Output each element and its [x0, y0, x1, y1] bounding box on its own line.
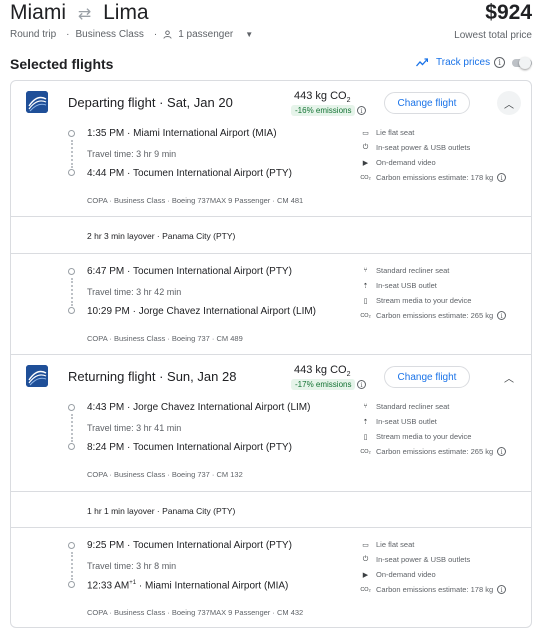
video-icon: ▶: [362, 571, 369, 579]
info-icon[interactable]: i: [357, 106, 366, 115]
amenity: ⏻ In-seat power & USB outlets: [362, 143, 471, 152]
trip-type: Round trip: [10, 29, 57, 40]
departing-emissions-badge: -16% emissions: [291, 105, 356, 116]
flight-meta: COPA · Business Class · Boeing 737MAX 9 …: [87, 608, 304, 617]
change-returning-button[interactable]: Change flight: [384, 366, 470, 388]
route-title: Miami ⇄ Lima: [10, 0, 149, 28]
passenger-selector[interactable]: 1 passenger ▼: [163, 29, 257, 40]
departing-title: Departing flight: [68, 95, 156, 110]
track-prices[interactable]: Track prices i: [416, 57, 506, 68]
amenity: ▶ On-demand video: [362, 570, 436, 579]
amenity: ⇡ In-seat USB outlet: [362, 417, 437, 426]
change-departing-button[interactable]: Change flight: [384, 92, 470, 114]
stream-icon: ▯: [363, 297, 368, 305]
trip-header: Miami ⇄ Lima $924 Round trip · Business …: [10, 0, 540, 50]
power-icon: ⏻: [362, 143, 369, 151]
chevron-up-icon[interactable]: ︿: [497, 365, 521, 389]
person-icon: [163, 30, 172, 39]
departure-stop: 1:35 PM · Miami International Airport (M…: [87, 128, 277, 139]
selected-flights-card: Departing flight · Sat, Jan 20 443 kg CO…: [10, 80, 532, 628]
next-day-indicator: +1: [129, 580, 137, 586]
amenities-list: ▭ Lie flat seat ⏻ In-seat power & USB outl…: [360, 537, 531, 597]
amenity: ▭ Lie flat seat: [362, 128, 415, 137]
total-price: $924: [485, 1, 532, 24]
departing-heading: Departing flight · Sat, Jan 20: [68, 95, 233, 110]
arrival-stop: 8:24 PM · Tocumen International Airport …: [87, 442, 292, 453]
departing-date: Sat, Jan 20: [167, 95, 233, 110]
amenity: ⑂ Standard recliner seat: [361, 399, 531, 414]
flight-meta: COPA · Business Class · Boeing 737MAX 9 …: [87, 196, 304, 205]
co2-icon: CO₂: [360, 586, 371, 593]
amenities-list: ▭ Lie flat seat ⏻ In-seat power & USB outl…: [360, 125, 531, 185]
amenity: ▯ Stream media to your device: [361, 293, 531, 308]
co2-icon: CO₂: [360, 448, 371, 455]
amenity: CO₂ Carbon emissions estimate: 265 kg i: [360, 444, 531, 459]
returning-heading: Returning flight · Sun, Jan 28: [68, 369, 237, 384]
arrival-stop: 12:33 AM+1 · Miami International Airport…: [87, 580, 289, 592]
travel-time: Travel time: 3 hr 9 min: [87, 149, 177, 159]
seat-icon: ▭: [362, 129, 369, 137]
flight-meta: COPA · Business Class · Boeing 737 · CM …: [87, 470, 243, 479]
amenity: ▭ Lie flat seat: [362, 540, 415, 549]
power-icon: ⏻: [362, 555, 369, 563]
arrival-stop: 10:29 PM · Jorge Chavez International Ai…: [87, 306, 317, 317]
returning-title: Returning flight: [68, 369, 156, 384]
amenity: ▶ On-demand video: [362, 158, 436, 167]
caret-down-icon: ▼: [245, 30, 254, 39]
returning-date: Sun, Jan 28: [167, 369, 237, 384]
usb-icon: ⇡: [362, 418, 369, 426]
passenger-count: 1 passenger: [178, 29, 234, 40]
departure-stop: 4:43 PM · Jorge Chavez International Air…: [87, 402, 311, 413]
info-icon[interactable]: i: [497, 447, 507, 456]
selected-flights-heading: Selected flights: [10, 56, 114, 72]
seat-icon: ⑂: [363, 267, 368, 274]
copa-logo: [26, 365, 48, 387]
amenity: ⑂ Standard recliner seat: [361, 263, 531, 278]
info-icon[interactable]: i: [494, 57, 506, 68]
layover-info: 1 hr 1 min layover · Panama City (PTY): [87, 506, 236, 516]
flight-meta: COPA · Business Class · Boeing 737 · CM …: [87, 334, 243, 343]
returning-co2: 443 kg CO2: [294, 364, 351, 379]
co2-icon: CO₂: [360, 312, 371, 319]
departure-stop: 9:25 PM · Tocumen International Airport …: [87, 540, 292, 551]
copa-logo: [26, 91, 48, 113]
trip-options: Round trip · Business Class · 1 passenge…: [10, 29, 261, 40]
usb-icon: ⇡: [362, 282, 369, 290]
amenity: ⇡ In-seat USB outlet: [362, 281, 437, 290]
stream-icon: ▯: [363, 433, 368, 441]
origin-city: Miami: [10, 1, 66, 24]
amenity: CO₂ Carbon emissions estimate: 265 kg i: [360, 308, 531, 323]
amenity: CO₂ Carbon emissions estimate: 178 kg i: [360, 170, 531, 185]
info-icon[interactable]: i: [497, 173, 507, 182]
track-prices-label: Track prices: [436, 57, 491, 68]
amenities-list: ⑂ Standard recliner seat ⇡ In-seat USB out…: [360, 399, 531, 459]
co2-icon: CO₂: [360, 174, 371, 181]
travel-time: Travel time: 3 hr 8 min: [87, 561, 177, 571]
info-icon[interactable]: i: [357, 380, 366, 389]
price-note: Lowest total price: [454, 30, 532, 41]
amenity: CO₂ Carbon emissions estimate: 178 kg i: [360, 582, 531, 597]
seat-icon: ▭: [362, 541, 369, 549]
travel-time: Travel time: 3 hr 41 min: [87, 423, 182, 433]
travel-time: Travel time: 3 hr 42 min: [87, 287, 182, 297]
cabin-class: Business Class: [75, 29, 144, 40]
info-icon[interactable]: i: [497, 311, 507, 320]
departure-stop: 6:47 PM · Tocumen International Airport …: [87, 266, 292, 277]
amenities-list: ⑂ Standard recliner seat ⇡ In-seat USB out…: [360, 263, 531, 323]
track-prices-toggle[interactable]: [510, 57, 532, 69]
seat-icon: ⑂: [363, 403, 368, 410]
amenity: ▯ Stream media to your device: [361, 429, 531, 444]
chevron-up-icon[interactable]: ︿: [497, 91, 521, 115]
arrival-stop: 4:44 PM · Tocumen International Airport …: [87, 168, 292, 179]
departing-co2: 443 kg CO2: [294, 90, 351, 105]
layover-info: 2 hr 3 min layover · Panama City (PTY): [87, 231, 236, 241]
returning-emissions-badge: -17% emissions: [291, 379, 356, 390]
info-icon[interactable]: i: [497, 585, 507, 594]
video-icon: ▶: [362, 159, 369, 167]
amenity: ⏻ In-seat power & USB outlets: [362, 555, 471, 564]
swap-arrows-icon: ⇄: [77, 6, 92, 23]
destination-city: Lima: [103, 1, 149, 24]
trend-icon: [416, 58, 428, 67]
